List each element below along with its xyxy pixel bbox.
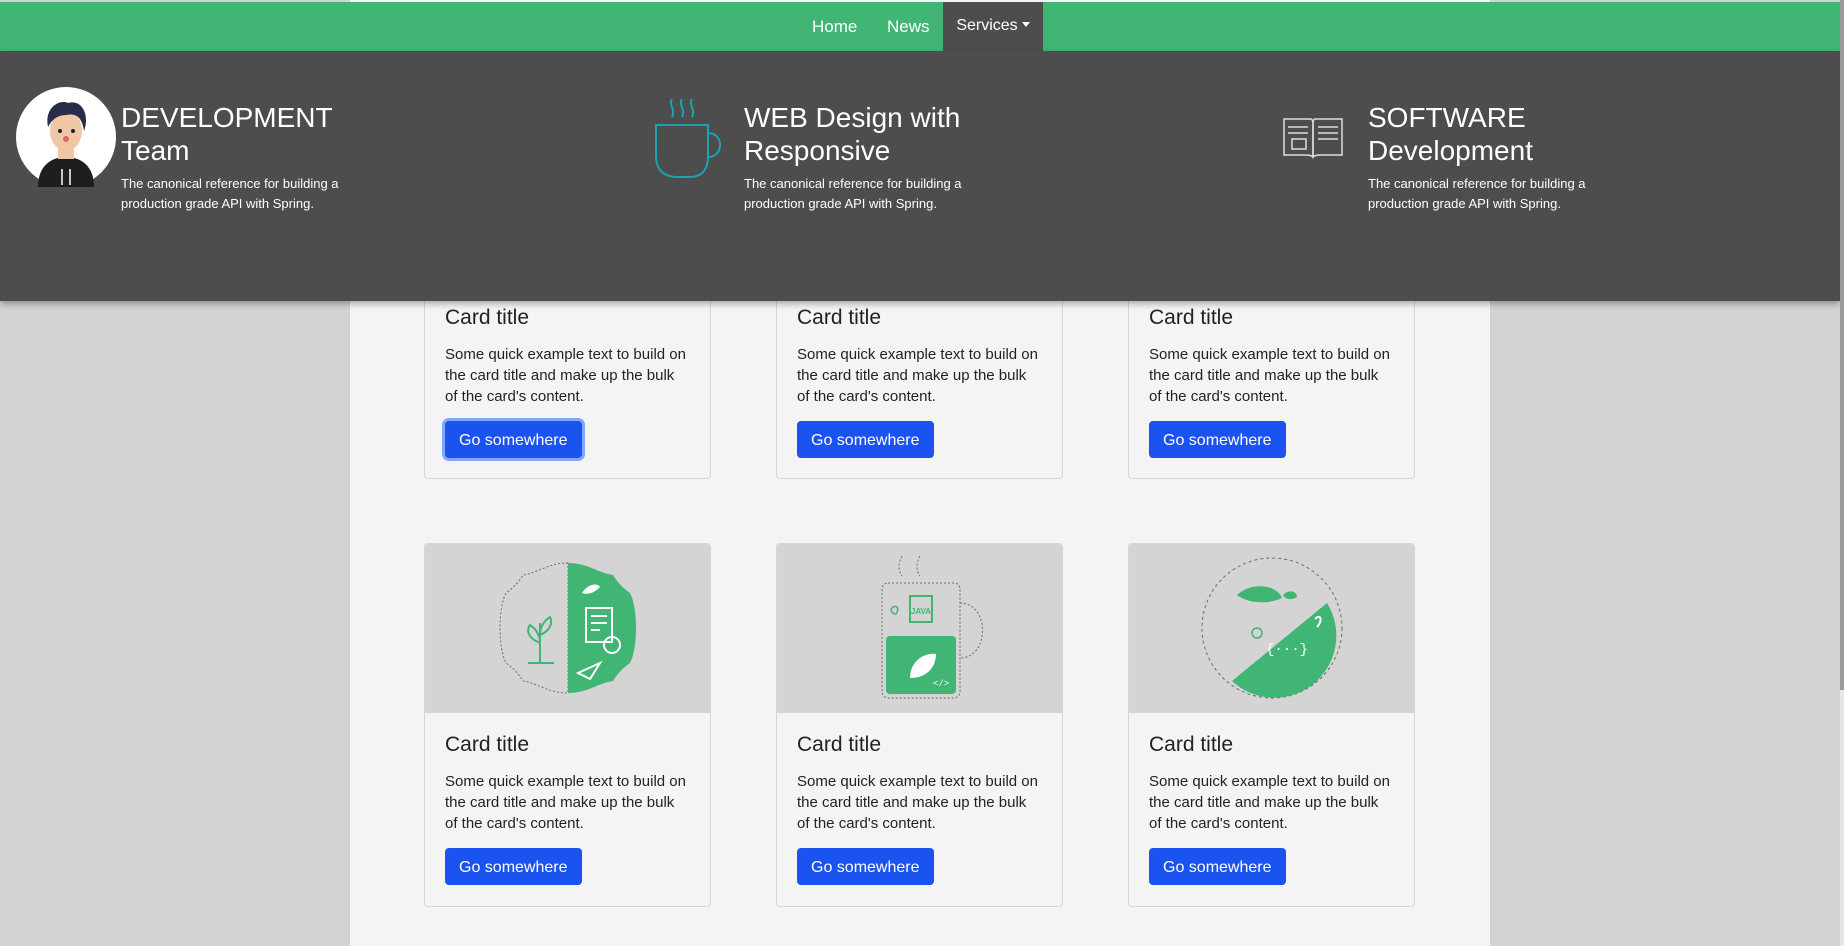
card-title: Card title <box>797 306 882 329</box>
nav-home-link[interactable]: Home <box>812 2 857 51</box>
nav-services-dropdown[interactable]: Services <box>943 2 1043 51</box>
feature-title: DEVELOPMENT Team <box>121 102 333 166</box>
feature-desc: The canonical reference for building a p… <box>121 176 339 211</box>
scrollbar-thumb[interactable] <box>1840 0 1844 690</box>
code-leaf-illustration: {···} <box>1201 557 1342 699</box>
go-somewhere-button[interactable]: Go somewhere <box>797 421 934 458</box>
caret-down-icon <box>1021 22 1030 27</box>
plant-document-illustration <box>499 562 636 694</box>
developer-avatar-icon <box>16 87 116 187</box>
card-text: Some quick example text to build on the … <box>445 346 686 405</box>
card-5: JAVA </> Card title Some quick example t… <box>776 543 1063 907</box>
card-text: Some quick example text to build on the … <box>797 346 1038 405</box>
feature-title: WEB Design with Responsive <box>744 102 961 166</box>
feature-desc: The canonical reference for building a p… <box>1368 176 1586 211</box>
card-image <box>425 544 710 713</box>
feature-desc: The canonical reference for building a p… <box>744 176 962 211</box>
card-image: {···} <box>1129 544 1414 713</box>
card-6: {···} Card title Some quick example text… <box>1128 543 1415 907</box>
card-image: JAVA </> <box>777 544 1062 713</box>
page-scrollbar[interactable] <box>1840 0 1844 946</box>
card-title: Card title <box>1149 733 1234 756</box>
svg-text:{···}: {···} <box>1265 642 1307 658</box>
top-navbar: Home News Services <box>0 2 1840 51</box>
card-title: Card title <box>797 733 882 756</box>
open-book-icon <box>1283 118 1343 159</box>
go-somewhere-button[interactable]: Go somewhere <box>1149 848 1286 885</box>
card-text: Some quick example text to build on the … <box>445 773 686 832</box>
nav-news-link[interactable]: News <box>887 2 930 51</box>
card-text: Some quick example text to build on the … <box>1149 773 1390 832</box>
coffee-cup-icon <box>655 98 721 178</box>
go-somewhere-button[interactable]: Go somewhere <box>445 421 582 458</box>
card-4: Card title Some quick example text to bu… <box>424 543 711 907</box>
go-somewhere-button[interactable]: Go somewhere <box>797 848 934 885</box>
java-mug-illustration: JAVA </> <box>881 555 983 699</box>
services-dropdown-panel: DEVELOPMENT Team The canonical reference… <box>0 51 1840 301</box>
card-title: Card title <box>445 733 530 756</box>
nav-services-label: Services <box>956 17 1018 34</box>
java-label: JAVA <box>910 607 930 616</box>
svg-text:</>: </> <box>933 679 949 689</box>
go-somewhere-button[interactable]: Go somewhere <box>1149 421 1286 458</box>
feature-title: SOFTWARE Development <box>1368 102 1533 166</box>
go-somewhere-button[interactable]: Go somewhere <box>445 848 582 885</box>
card-title: Card title <box>445 306 530 329</box>
card-title: Card title <box>1149 306 1234 329</box>
card-text: Some quick example text to build on the … <box>1149 346 1390 405</box>
card-text: Some quick example text to build on the … <box>797 773 1038 832</box>
